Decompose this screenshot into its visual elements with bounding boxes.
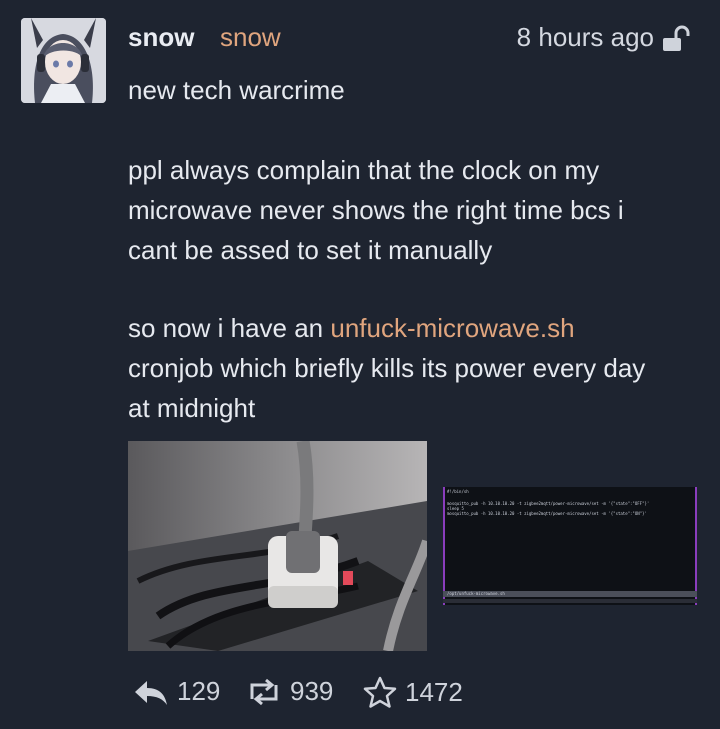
boost-count: 939	[290, 676, 334, 706]
boost-button[interactable]: 939	[246, 676, 333, 707]
post-text-span: so now i have an	[128, 313, 331, 343]
favourite-count: 1472	[405, 676, 463, 707]
post-text-paragraph-2: ppl always complain that the clock on my…	[128, 150, 708, 270]
reply-icon	[135, 680, 167, 705]
user-handle[interactable]: snow	[220, 22, 281, 53]
attachment-terminal-screenshot[interactable]: #!/bin/sh mosquitto_pub -h 10.10.10.20 -…	[441, 441, 700, 651]
reply-button[interactable]: 129	[133, 676, 220, 707]
post-text-line: cronjob which briefly kills its power ev…	[128, 353, 646, 383]
terminal-line: mosquitto_pub -h 10.10.10.20 -t zigbee2m…	[447, 511, 647, 516]
boost-icon	[250, 678, 278, 705]
terminal-line: mosquitto_pub -h 10.10.10.20 -t zigbee2m…	[447, 501, 650, 506]
star-icon	[363, 676, 397, 708]
display-name[interactable]: snow	[128, 22, 194, 53]
script-link[interactable]: unfuck-microwave.sh	[330, 313, 574, 343]
post-text-line: cant be assed to set it manually	[128, 235, 493, 265]
post-timestamp[interactable]: 8 hours ago	[517, 22, 654, 53]
terminal-frame	[441, 441, 700, 651]
reply-count: 129	[177, 676, 221, 706]
avatar-image	[21, 18, 106, 103]
unlocked-icon	[661, 24, 691, 54]
post-text-line: at midnight	[128, 393, 256, 423]
attachment-photo-smart-plug[interactable]	[128, 441, 427, 651]
post-text-line: ppl always complain that the clock on my	[128, 155, 600, 185]
post-text-paragraph-1: new tech warcrime	[128, 75, 345, 105]
avatar[interactable]	[21, 18, 106, 103]
post-text-line: so now i have an unfuck-microwave.sh	[128, 308, 708, 348]
smart-plug-photo	[128, 441, 427, 651]
favourite-button[interactable]: 1472	[363, 676, 463, 708]
terminal-status-bar: /opt/unfuck-microwave.sh	[447, 591, 505, 596]
terminal-line: #!/bin/sh	[447, 489, 469, 494]
post-text-line: microwave never shows the right time bcs…	[128, 195, 624, 225]
post-text-paragraph-3: so now i have an unfuck-microwave.sh cro…	[128, 308, 708, 428]
